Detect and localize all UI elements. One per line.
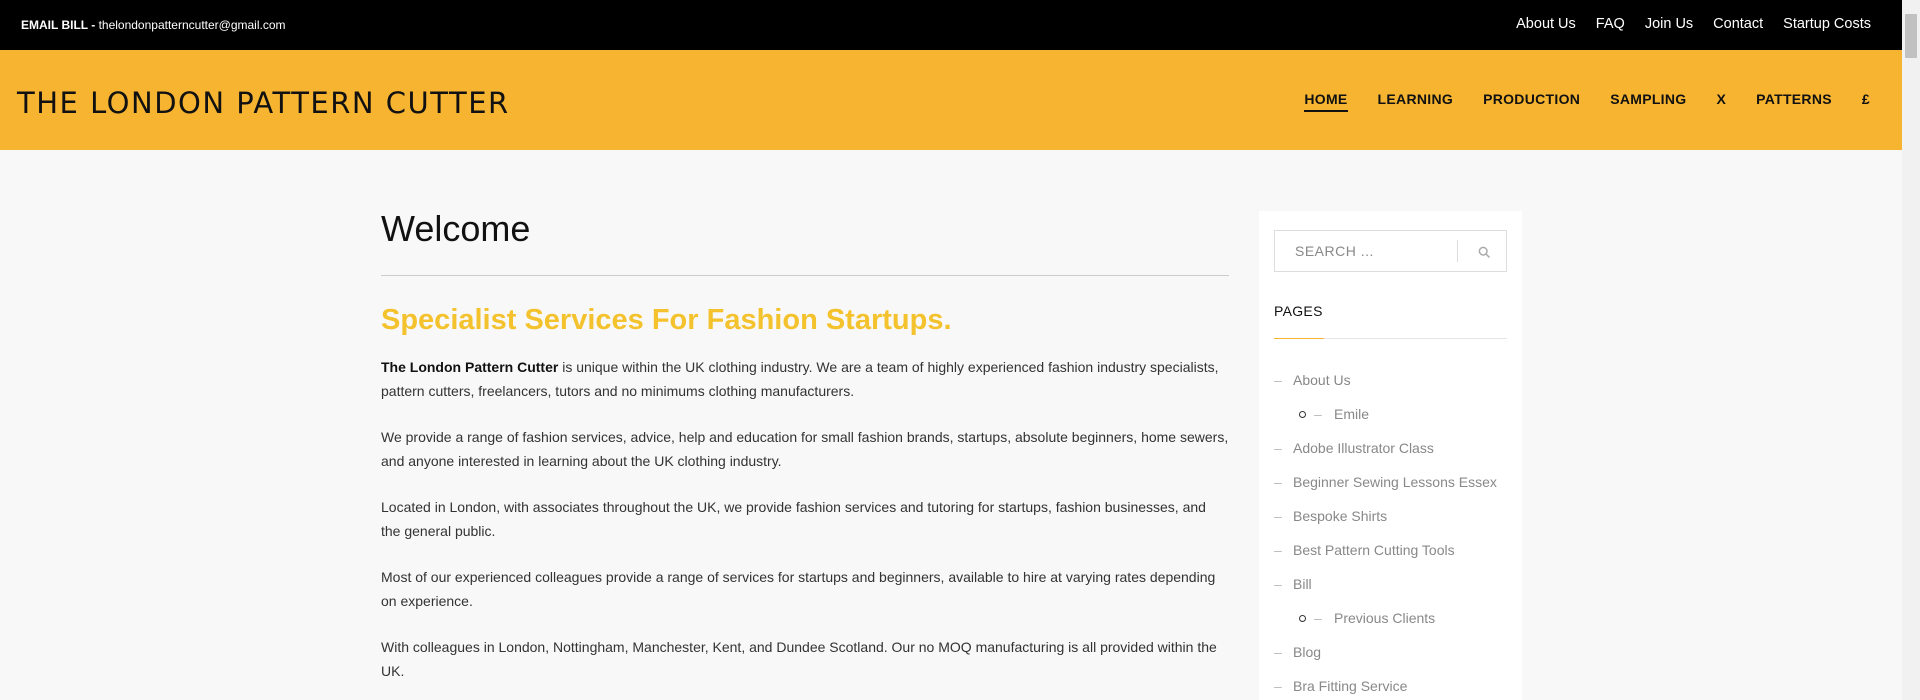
list-item: – Blog [1274,635,1514,669]
top-link-about-us[interactable]: About Us [1516,16,1576,32]
site-logo[interactable]: THE LONDON PATTERN CUTTER [17,86,510,120]
page-link-adobe-illustrator[interactable]: Adobe Illustrator Class [1293,440,1434,456]
email-address[interactable]: thelondonpatterncutter@gmail.com [99,18,286,32]
paragraph-services: We provide a range of fashion services, … [381,429,1229,469]
page-link-about-us[interactable]: About Us [1293,372,1351,388]
top-link-join-us[interactable]: Join Us [1645,16,1693,32]
paragraph-manufacturing: With colleagues in London, Nottingham, M… [381,639,1217,679]
list-item: – About Us [1274,363,1514,397]
search-button[interactable] [1465,241,1503,263]
dash-icon: – [1274,576,1282,592]
page-link-pattern-tools[interactable]: Best Pattern Cutting Tools [1293,542,1455,558]
title-divider [381,275,1229,276]
page-link-blog[interactable]: Blog [1293,644,1321,660]
top-link-contact[interactable]: Contact [1713,16,1763,32]
dash-icon: – [1274,440,1282,456]
nav-learning[interactable]: LEARNING [1378,91,1454,112]
nav-patterns[interactable]: PATTERNS [1756,91,1832,112]
list-item: – Beginner Sewing Lessons Essex [1274,465,1514,499]
sidebar: PAGES –About Us –Emile –Adobe Illustrato… [1259,211,1522,700]
site-header: THE LONDON PATTERN CUTTER HOME LEARNING … [0,50,1902,150]
pages-list: – About Us – Emile – Adobe Illustrator Clas… [1274,363,1514,700]
list-item: – Best Pattern Cutting Tools [1274,533,1514,567]
page-link-bespoke-shirts[interactable]: Bespoke Shirts [1293,508,1387,524]
list-item: – Emile [1274,397,1514,431]
paragraph-colleagues: Most of our experienced colleagues provi… [381,569,1216,609]
email-contact[interactable]: EMAIL BILL - thelondonpatterncutter@gmai… [21,18,286,32]
nav-home[interactable]: HOME [1304,91,1348,112]
main-content: Welcome Specialist Services For Fashion … [381,205,1229,683]
circle-bullet-icon [1299,410,1306,418]
search-box [1274,230,1507,272]
pages-divider [1274,338,1507,339]
email-label: EMAIL BILL - [21,18,99,32]
dash-icon: – [1274,644,1282,660]
dash-icon: – [1314,610,1322,626]
pages-divider-accent [1274,338,1324,339]
list-item: – Bra Fitting Service [1274,669,1514,700]
paragraph-location: Located in London, with associates throu… [381,499,1206,539]
nav-x[interactable]: X [1716,91,1726,112]
main-nav: HOME LEARNING PRODUCTION SAMPLING X PATT… [1304,91,1870,112]
list-item: – Bill [1274,567,1514,601]
page-link-previous-clients[interactable]: Previous Clients [1334,610,1435,626]
list-item: – Bespoke Shirts [1274,499,1514,533]
search-input[interactable] [1275,231,1457,271]
search-icon [1478,246,1490,258]
list-item: – Previous Clients [1274,601,1514,635]
dash-icon: – [1274,508,1282,524]
scrollbar-thumb[interactable] [1905,14,1917,58]
page-scrollbar[interactable] [1902,0,1920,700]
top-link-startup-costs[interactable]: Startup Costs [1783,16,1871,32]
pages-heading: PAGES [1274,303,1323,319]
dash-icon: – [1274,372,1282,388]
list-item: – Adobe Illustrator Class [1274,431,1514,465]
dash-icon: – [1314,406,1322,422]
page-link-beginner-sewing[interactable]: Beginner Sewing Lessons Essex [1293,474,1497,490]
page-link-emile[interactable]: Emile [1334,406,1369,422]
nav-sampling[interactable]: SAMPLING [1610,91,1686,112]
page-link-bra-fitting[interactable]: Bra Fitting Service [1293,678,1407,694]
nav-pound[interactable]: £ [1862,91,1870,112]
nav-production[interactable]: PRODUCTION [1483,91,1580,112]
intro-bold: The London Pattern Cutter [381,359,559,375]
dash-icon: – [1274,474,1282,490]
dash-icon: – [1274,678,1282,694]
top-bar: EMAIL BILL - thelondonpatterncutter@gmai… [0,0,1902,50]
search-separator [1457,240,1458,262]
specialist-heading: Specialist Services For Fashion Startups… [381,304,952,336]
page-link-bill[interactable]: Bill [1293,576,1312,592]
page-title: Welcome [381,208,531,249]
circle-bullet-icon [1299,614,1306,622]
top-link-faq[interactable]: FAQ [1596,16,1625,32]
dash-icon: – [1274,542,1282,558]
top-links: About Us FAQ Join Us Contact Startup Cos… [1516,16,1871,32]
intro-paragraph: The London Pattern Cutter is unique with… [381,355,1229,403]
